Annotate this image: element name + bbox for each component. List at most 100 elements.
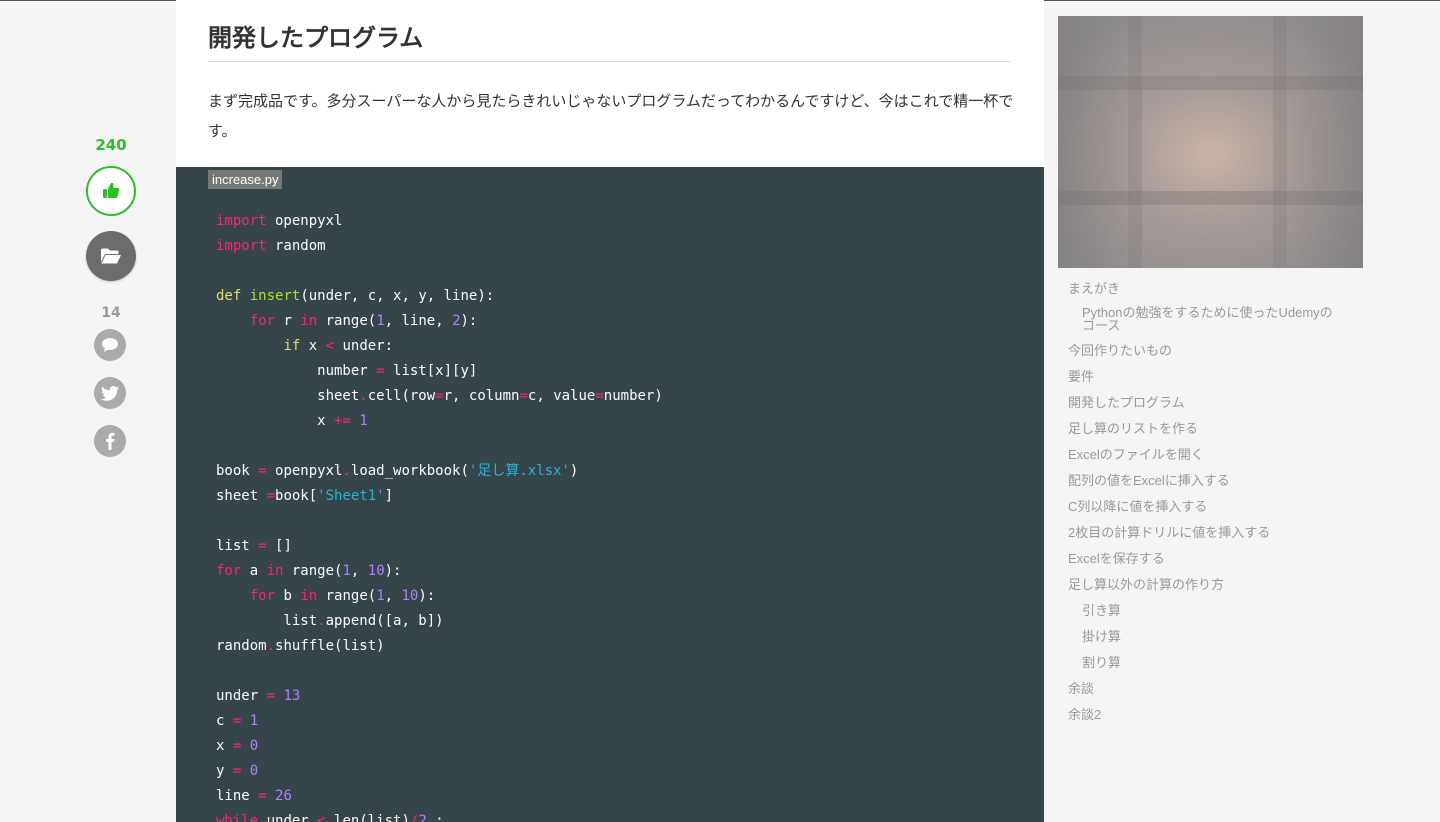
section-heading: 開発したプログラム (208, 20, 1011, 62)
code-token: (under, c, x, y, line): (300, 288, 495, 304)
code-token: x (216, 413, 335, 429)
like-button[interactable] (86, 166, 136, 216)
code-token: r (275, 313, 301, 329)
toc-item[interactable]: まえがき (1068, 276, 1358, 302)
code-line: x += 1 (216, 409, 663, 434)
code-token: b (275, 588, 301, 604)
code-token: under: (334, 338, 394, 354)
toc-item[interactable]: 余談2 (1068, 702, 1358, 728)
code-token: list (216, 538, 259, 554)
code-token: import (216, 238, 267, 254)
code-token: . (359, 388, 368, 404)
toc-item[interactable]: 足し算以外の計算の作り方 (1068, 572, 1358, 598)
code-line: for b in range(1, 10): (216, 584, 663, 609)
toc-item[interactable]: 開発したプログラム (1068, 390, 1358, 416)
code-line: for r in range(1, line, 2): (216, 309, 663, 334)
code-token: = (435, 388, 444, 404)
code-token: x (216, 738, 233, 754)
toc-item[interactable]: 割り算 (1068, 650, 1358, 676)
twitter-share-button[interactable] (94, 377, 126, 409)
code-token: 1 (249, 713, 259, 729)
toc-item[interactable]: C列以降に値を挿入する (1068, 494, 1358, 520)
code-line: line = 26 (216, 784, 663, 809)
code-token: 0 (249, 738, 259, 754)
comment-count: 14 (101, 305, 121, 321)
toc-item[interactable]: 引き算 (1068, 598, 1358, 624)
toc-item[interactable]: 今回作りたいもの (1068, 338, 1358, 364)
code-token: under (216, 688, 267, 704)
code-line: number = list[x][y] (216, 359, 663, 384)
code-token: range( (317, 588, 377, 604)
code-token: for (249, 313, 276, 329)
code-block: increase.py import openpyxl import random… (176, 167, 1044, 822)
facebook-share-button[interactable] (94, 425, 126, 457)
code-token: openpyxl (266, 213, 343, 229)
code-token: '足し算.xlsx' (468, 463, 570, 479)
code-token: while (216, 813, 259, 822)
code-token: [] (266, 538, 292, 554)
toc-item[interactable]: 2枚目の計算ドリルに値を挿入する (1068, 520, 1358, 546)
code-token: : (426, 813, 444, 822)
code-token: number (216, 363, 377, 379)
code-filename: increase.py (208, 170, 283, 189)
code-token: under (258, 813, 318, 822)
comment-button[interactable] (94, 329, 126, 361)
code-token: a (241, 563, 267, 579)
code-line: def insert(under, c, x, y, line): (216, 284, 663, 309)
toc-item[interactable]: 余談 (1068, 676, 1358, 702)
code-token: . (317, 613, 326, 629)
code-line: x = 0 (216, 734, 663, 759)
toc-item[interactable]: Pythonの勉強をするために使ったUdemyのコース (1068, 302, 1358, 338)
code-token: = (258, 463, 267, 479)
toc-item[interactable]: 要件 (1068, 364, 1358, 390)
code-line: for a in range(1, 10): (216, 559, 663, 584)
code-token: ): (418, 588, 436, 604)
code-token: range( (317, 313, 377, 329)
toc-item[interactable]: Excelのファイルを開く (1068, 442, 1358, 468)
code-token: = (376, 363, 385, 379)
code-token: x (300, 338, 326, 354)
stock-button[interactable] (86, 231, 136, 281)
code-token: = (595, 388, 604, 404)
code-token: ] (384, 488, 394, 504)
code-token: load_workbook( (350, 463, 469, 479)
code-line: list = [] (216, 534, 663, 559)
code-token: random (216, 638, 267, 654)
code-token: random (266, 238, 326, 254)
code-token: < (317, 813, 326, 822)
toc-item[interactable]: 足し算のリストを作る (1068, 416, 1358, 442)
code-token: c (216, 713, 233, 729)
code-token: += (334, 413, 351, 429)
code-token: 10 (367, 563, 385, 579)
author-image[interactable] (1058, 16, 1363, 268)
code-line: if x < under: (216, 334, 663, 359)
code-token: for (249, 588, 276, 604)
code-line: random.shuffle(list) (216, 634, 663, 659)
facebook-f-icon (106, 432, 115, 450)
code-token: < (325, 338, 335, 354)
code-line: c = 1 (216, 709, 663, 734)
code-token: 1 (359, 413, 368, 429)
toc-item[interactable]: Excelを保存する (1068, 546, 1358, 572)
code-line: under = 13 (216, 684, 663, 709)
code-token: 0 (249, 763, 259, 779)
article-body: 開発したプログラム まず完成品です。多分スーパーな人から見たらきれいじゃないプロ… (176, 0, 1044, 822)
code-token: ): (384, 563, 402, 579)
code-token: append([a, b]) (325, 613, 444, 629)
folder-open-icon (101, 248, 121, 264)
toc-item[interactable]: 掛け算 (1068, 624, 1358, 650)
twitter-bird-icon (101, 385, 119, 401)
code-token: def (216, 288, 242, 304)
code-token: len(list) (325, 813, 410, 822)
code-token: 13 (283, 688, 301, 704)
toc-item[interactable]: 配列の値をExcelに挿入する (1068, 468, 1358, 494)
code-token: 1 (376, 313, 385, 329)
code-token: insert (249, 288, 301, 304)
code-token: c, value (527, 388, 596, 404)
